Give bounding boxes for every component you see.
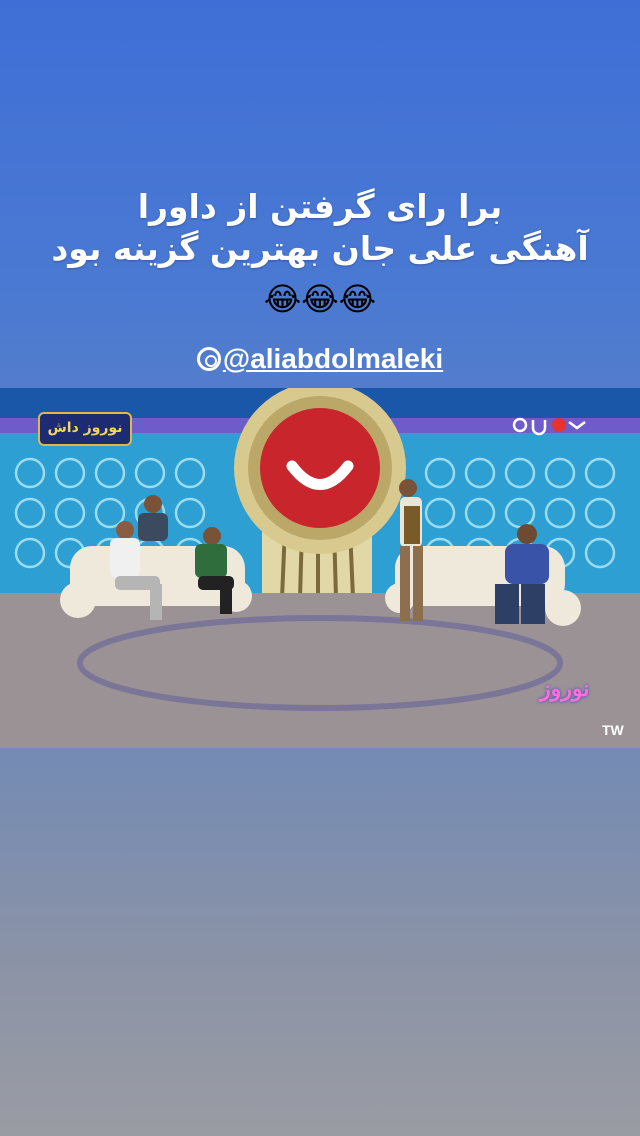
- mention-sticker[interactable]: @aliabdolmaleki: [0, 343, 640, 375]
- caption-line-1: برا رای گرفتن از داورا: [137, 187, 503, 226]
- laughing-emoji-row: 😂😂😂: [263, 280, 377, 318]
- program-logo: نوروز: [540, 676, 590, 702]
- mention-handle: @aliabdolmaleki: [222, 343, 444, 374]
- network-logo: [511, 412, 595, 438]
- threads-icon: [196, 347, 221, 371]
- story-caption: برا رای گرفتن از داورا آهنگی علی جان بهت…: [20, 186, 620, 270]
- watermark: TW: [602, 722, 624, 738]
- channel-logo: نوروز داش: [38, 412, 132, 446]
- caption-line-2: آهنگی علی جان بهترین گزینه بود: [51, 229, 589, 268]
